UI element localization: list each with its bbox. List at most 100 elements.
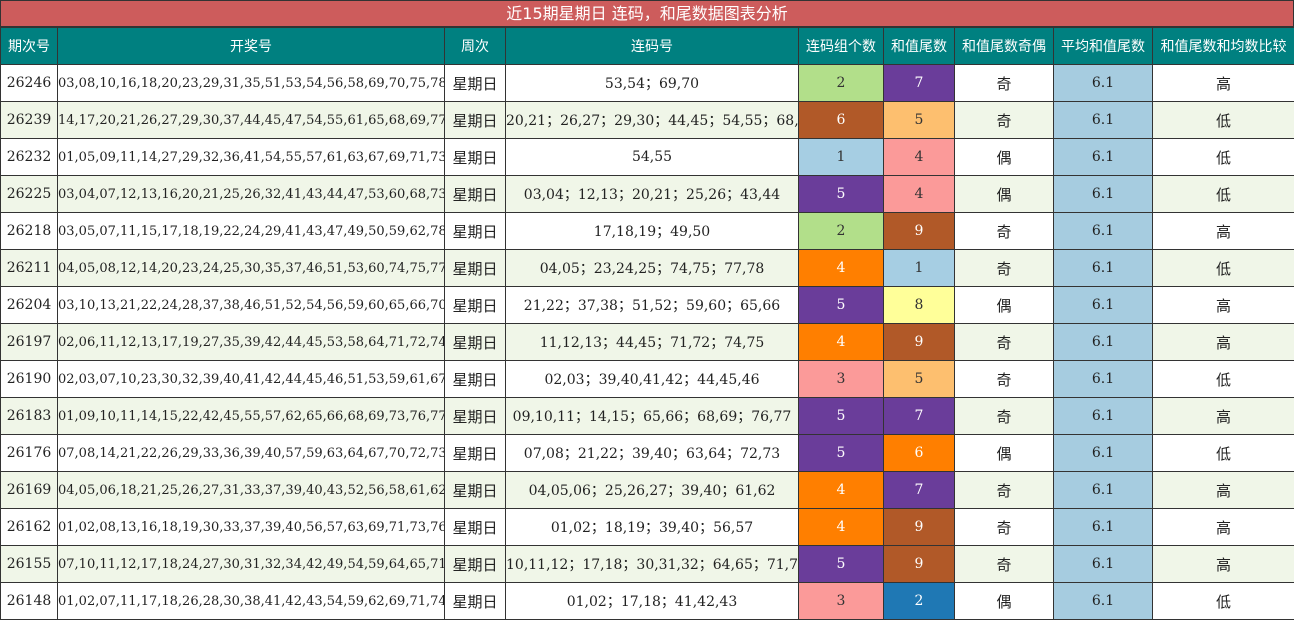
sum-tail-cell: 4 [884,176,955,213]
sum-tail-cell: 5 [884,361,955,398]
sum-tail-cell: 7 [884,65,955,102]
header-issue: 期次号 [1,28,58,65]
analysis-table: 期次号 开奖号 周次 连码号 连码组个数 和值尾数 和值尾数奇偶 平均和值尾数 … [0,27,1294,620]
parity-cell: 奇 [955,472,1054,509]
table-row: 2622503,04,07,12,13,16,20,21,25,26,32,41… [1,176,1294,213]
consecutive-cell: 02,03；39,40,41,42；44,45,46 [506,361,799,398]
sum-tail-cell: 4 [884,139,955,176]
table-row: 2620403,10,13,21,22,24,28,37,38,46,51,52… [1,287,1294,324]
consecutive-cell: 07,08；21,22；39,40；63,64；72,73 [506,435,799,472]
compare-cell: 高 [1153,398,1294,435]
numbers-cell: 14,17,20,21,26,27,29,30,37,44,45,47,54,5… [58,102,445,139]
average-cell: 6.1 [1054,250,1153,287]
average-cell: 6.1 [1054,435,1153,472]
consecutive-cell: 03,04；12,13；20,21；25,26；43,44 [506,176,799,213]
group-count-cell: 3 [799,583,884,620]
sum-tail-cell: 9 [884,324,955,361]
issue-cell: 26218 [1,213,58,250]
weekday-cell: 星期日 [445,102,506,139]
consecutive-cell: 01,02；17,18；41,42,43 [506,583,799,620]
numbers-cell: 01,09,10,11,14,15,22,42,45,55,57,62,65,6… [58,398,445,435]
group-count-cell: 5 [799,546,884,583]
sum-tail-cell: 9 [884,546,955,583]
weekday-cell: 星期日 [445,546,506,583]
compare-cell: 低 [1153,176,1294,213]
average-cell: 6.1 [1054,176,1153,213]
issue-cell: 26155 [1,546,58,583]
sum-tail-cell: 6 [884,435,955,472]
table-title: 近15期星期日 连码，和尾数据图表分析 [0,0,1294,27]
parity-cell: 偶 [955,287,1054,324]
table-row: 2621104,05,08,12,14,20,23,24,25,30,35,37… [1,250,1294,287]
compare-cell: 低 [1153,250,1294,287]
consecutive-cell: 10,11,12；17,18；30,31,32；64,65；71,72 [506,546,799,583]
header-parity: 和值尾数奇偶 [955,28,1054,65]
parity-cell: 奇 [955,102,1054,139]
table-row: 2614801,02,07,11,17,18,26,28,30,38,41,42… [1,583,1294,620]
numbers-cell: 07,10,11,12,17,18,24,27,30,31,32,34,42,4… [58,546,445,583]
compare-cell: 高 [1153,65,1294,102]
sum-tail-cell: 7 [884,398,955,435]
compare-cell: 高 [1153,324,1294,361]
table-row: 2619702,06,11,12,13,17,19,27,35,39,42,44… [1,324,1294,361]
consecutive-cell: 04,05,06；25,26,27；39,40；61,62 [506,472,799,509]
group-count-cell: 5 [799,176,884,213]
header-row: 期次号 开奖号 周次 连码号 连码组个数 和值尾数 和值尾数奇偶 平均和值尾数 … [1,28,1294,65]
parity-cell: 奇 [955,398,1054,435]
parity-cell: 偶 [955,583,1054,620]
sum-tail-cell: 1 [884,250,955,287]
issue-cell: 26225 [1,176,58,213]
issue-cell: 26190 [1,361,58,398]
numbers-cell: 04,05,08,12,14,20,23,24,25,30,35,37,46,5… [58,250,445,287]
numbers-cell: 01,02,08,13,16,18,19,30,33,37,39,40,56,5… [58,509,445,546]
header-average: 平均和值尾数 [1054,28,1153,65]
numbers-cell: 02,06,11,12,13,17,19,27,35,39,42,44,45,5… [58,324,445,361]
consecutive-cell: 11,12,13；44,45；71,72；74,75 [506,324,799,361]
weekday-cell: 星期日 [445,176,506,213]
parity-cell: 奇 [955,509,1054,546]
numbers-cell: 03,08,10,16,18,20,23,29,31,35,51,53,54,5… [58,65,445,102]
table-row: 2617607,08,14,21,22,26,29,33,36,39,40,57… [1,435,1294,472]
header-weekday: 周次 [445,28,506,65]
numbers-cell: 01,02,07,11,17,18,26,28,30,38,41,42,43,5… [58,583,445,620]
table-row: 2618301,09,10,11,14,15,22,42,45,55,57,62… [1,398,1294,435]
average-cell: 6.1 [1054,472,1153,509]
weekday-cell: 星期日 [445,250,506,287]
numbers-cell: 01,05,09,11,14,27,29,32,36,41,54,55,57,6… [58,139,445,176]
weekday-cell: 星期日 [445,324,506,361]
sum-tail-cell: 2 [884,583,955,620]
compare-cell: 低 [1153,139,1294,176]
average-cell: 6.1 [1054,324,1153,361]
consecutive-cell: 53,54；69,70 [506,65,799,102]
compare-cell: 低 [1153,583,1294,620]
group-count-cell: 2 [799,213,884,250]
group-count-cell: 4 [799,250,884,287]
group-count-cell: 4 [799,509,884,546]
group-count-cell: 4 [799,472,884,509]
numbers-cell: 03,05,07,11,15,17,18,19,22,24,29,41,43,4… [58,213,445,250]
header-compare: 和值尾数和均数比较 [1153,28,1294,65]
average-cell: 6.1 [1054,583,1153,620]
weekday-cell: 星期日 [445,139,506,176]
issue-cell: 26169 [1,472,58,509]
sum-tail-cell: 8 [884,287,955,324]
sum-tail-cell: 7 [884,472,955,509]
weekday-cell: 星期日 [445,287,506,324]
average-cell: 6.1 [1054,546,1153,583]
compare-cell: 低 [1153,102,1294,139]
parity-cell: 奇 [955,213,1054,250]
header-group-count: 连码组个数 [799,28,884,65]
group-count-cell: 5 [799,398,884,435]
consecutive-cell: 20,21；26,27；29,30；44,45；54,55；68,69 [506,102,799,139]
numbers-cell: 07,08,14,21,22,26,29,33,36,39,40,57,59,6… [58,435,445,472]
table-row: 2623201,05,09,11,14,27,29,32,36,41,54,55… [1,139,1294,176]
table-row: 2624603,08,10,16,18,20,23,29,31,35,51,53… [1,65,1294,102]
weekday-cell: 星期日 [445,65,506,102]
parity-cell: 奇 [955,361,1054,398]
numbers-cell: 03,04,07,12,13,16,20,21,25,26,32,41,43,4… [58,176,445,213]
issue-cell: 26204 [1,287,58,324]
issue-cell: 26239 [1,102,58,139]
group-count-cell: 2 [799,65,884,102]
header-consecutive: 连码号 [506,28,799,65]
compare-cell: 高 [1153,509,1294,546]
